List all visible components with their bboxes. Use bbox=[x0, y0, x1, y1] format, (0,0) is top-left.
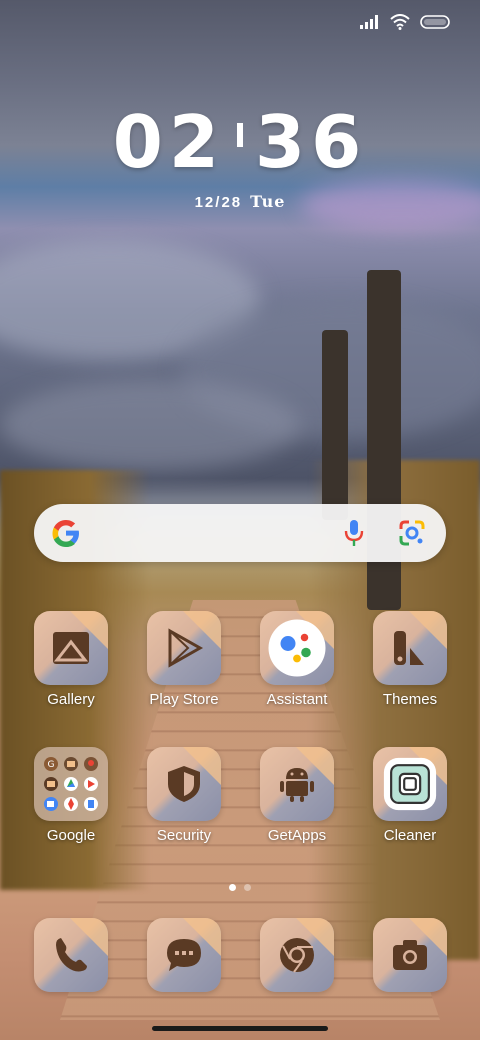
clock-widget[interactable]: 02 36 bbox=[0, 100, 480, 184]
chrome-icon bbox=[280, 938, 314, 973]
app-icon-tile bbox=[34, 611, 108, 685]
svg-text:G: G bbox=[48, 760, 55, 770]
app-assistant[interactable]: Assistant bbox=[242, 611, 352, 708]
app-label: Assistant bbox=[266, 691, 328, 708]
app-icon-tile bbox=[373, 611, 447, 685]
app-security[interactable]: Security bbox=[129, 747, 239, 844]
themes-icon bbox=[394, 631, 424, 665]
folder-icon: G bbox=[44, 757, 98, 811]
app-icon-tile: G bbox=[34, 747, 108, 821]
app-cleaner[interactable]: Cleaner bbox=[355, 747, 465, 844]
app-gallery[interactable]: Gallery bbox=[16, 611, 126, 708]
gallery-icon bbox=[53, 632, 89, 664]
camera-icon bbox=[393, 940, 427, 970]
app-icon-tile bbox=[373, 747, 447, 821]
app-play-store[interactable]: Play Store bbox=[129, 611, 239, 708]
dock-phone[interactable] bbox=[16, 918, 126, 992]
mic-icon[interactable] bbox=[340, 518, 368, 548]
app-getapps[interactable]: GetApps bbox=[242, 747, 352, 844]
page-dot[interactable] bbox=[244, 884, 251, 891]
clock-separator bbox=[237, 123, 243, 148]
play-store-icon bbox=[168, 628, 204, 668]
page-indicator[interactable] bbox=[0, 878, 480, 896]
dock-messages[interactable] bbox=[129, 918, 239, 992]
app-label: Themes bbox=[382, 691, 438, 708]
app-label: Gallery bbox=[47, 691, 95, 708]
wallpaper-cloud bbox=[0, 380, 300, 470]
home-gesture-bar[interactable] bbox=[152, 1026, 328, 1031]
clock-hour: 02 bbox=[112, 100, 225, 184]
android-icon bbox=[280, 768, 314, 802]
google-search-bar[interactable] bbox=[34, 504, 446, 562]
status-bar bbox=[360, 14, 452, 30]
app-icon-tile bbox=[373, 918, 447, 992]
lens-icon[interactable] bbox=[398, 519, 426, 547]
app-icon-tile bbox=[147, 918, 221, 992]
signal-icon bbox=[360, 15, 378, 29]
page-dot-active[interactable] bbox=[229, 884, 236, 891]
app-label: GetApps bbox=[267, 827, 327, 844]
app-label: Play Store bbox=[149, 691, 219, 708]
home-screen: 02 36 12/28 Tue Gallery Play Store Assis… bbox=[0, 0, 480, 1040]
wallpaper-post bbox=[322, 330, 348, 520]
app-icon-tile bbox=[260, 611, 334, 685]
app-icon-tile bbox=[34, 918, 108, 992]
app-icon-tile bbox=[260, 918, 334, 992]
cleaner-icon bbox=[383, 757, 437, 811]
battery-icon bbox=[420, 15, 450, 29]
phone-icon bbox=[56, 938, 87, 972]
messages-icon bbox=[167, 939, 201, 971]
wifi-icon bbox=[390, 14, 410, 30]
app-icon-tile bbox=[147, 747, 221, 821]
shield-icon bbox=[168, 766, 200, 802]
date-text: 12/28 bbox=[194, 194, 243, 211]
app-icon-tile bbox=[147, 611, 221, 685]
app-label: Cleaner bbox=[383, 827, 437, 844]
google-g-icon bbox=[52, 520, 79, 547]
app-label: Security bbox=[156, 827, 212, 844]
dock-camera[interactable] bbox=[355, 918, 465, 992]
dock-chrome[interactable] bbox=[242, 918, 352, 992]
day-text: Tue bbox=[250, 192, 286, 211]
app-label: Google bbox=[46, 827, 96, 844]
app-themes[interactable]: Themes bbox=[355, 611, 465, 708]
date-widget[interactable]: 12/28 Tue bbox=[0, 192, 480, 211]
clock-minute: 36 bbox=[255, 100, 368, 184]
app-google-folder[interactable]: G Google bbox=[16, 747, 126, 844]
app-icon-tile bbox=[260, 747, 334, 821]
assistant-icon bbox=[268, 619, 326, 677]
